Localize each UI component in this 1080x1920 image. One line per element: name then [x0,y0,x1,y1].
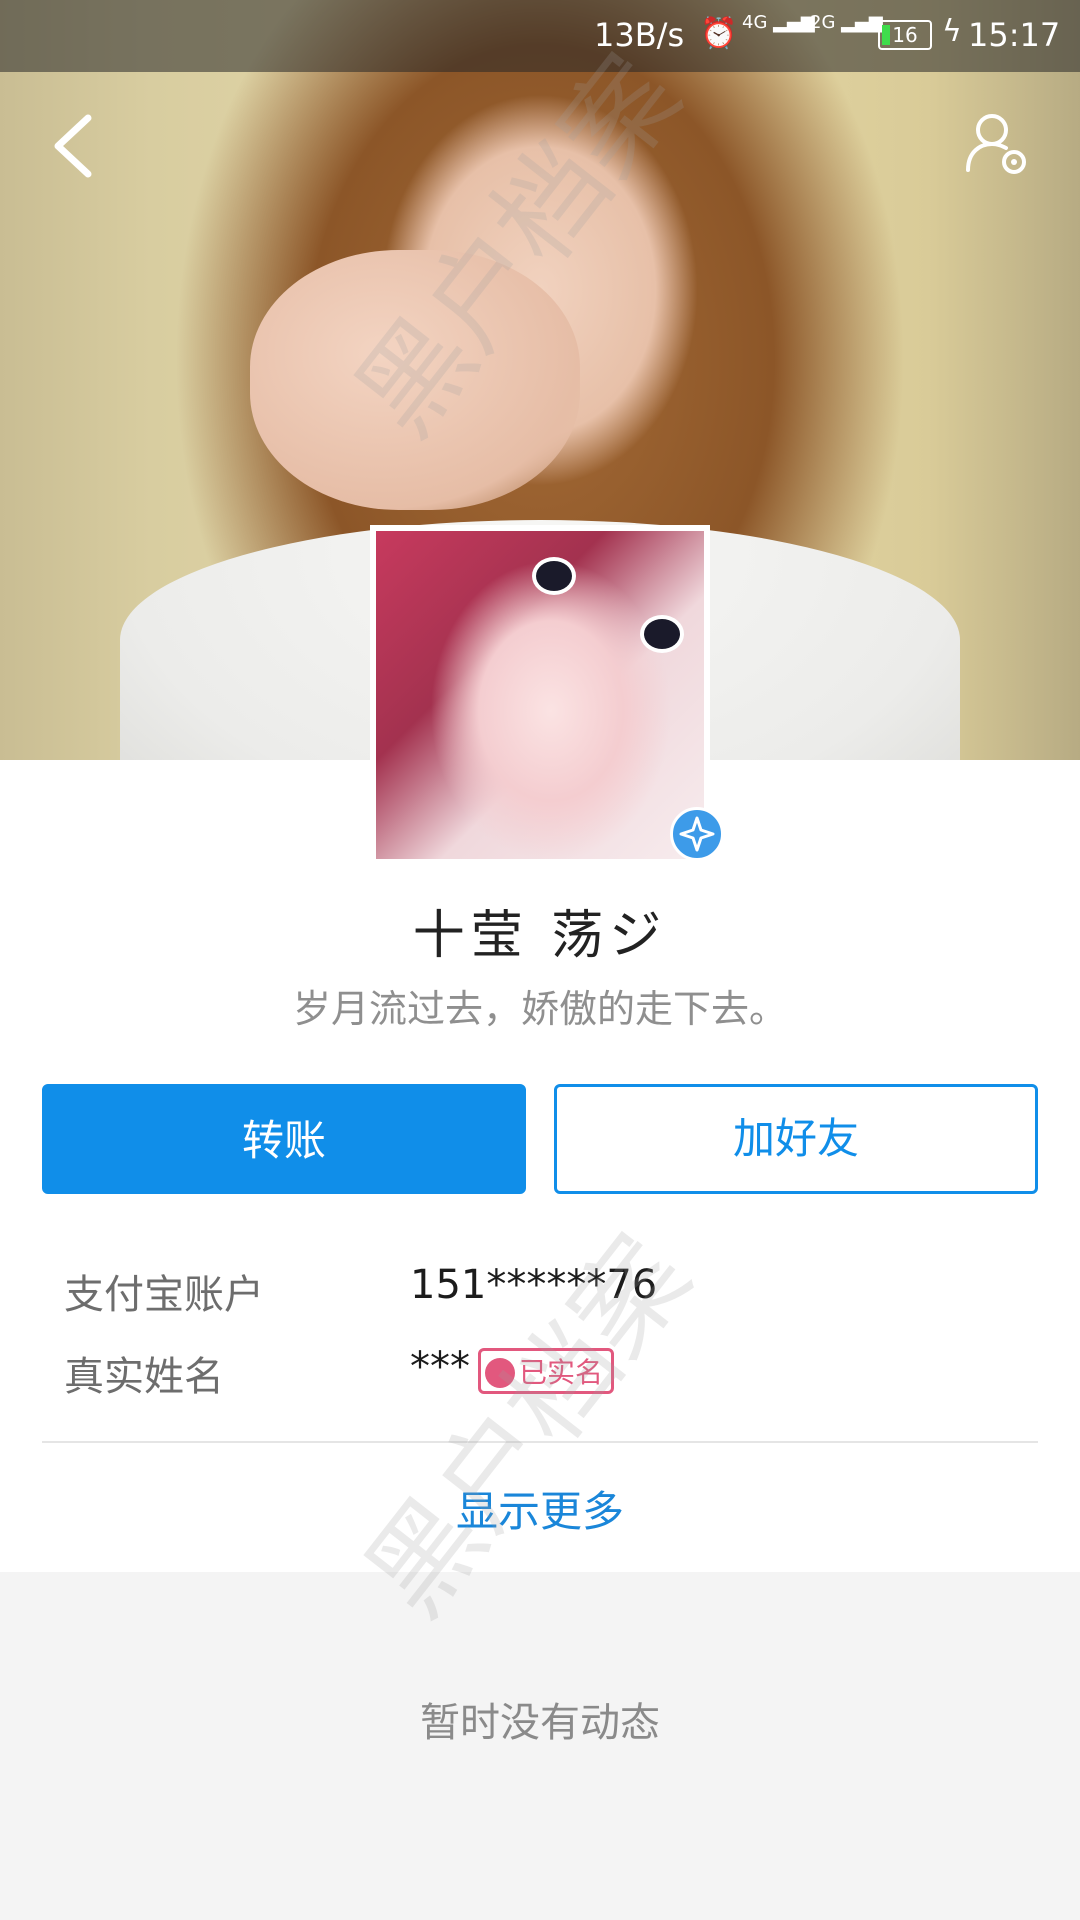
divider [42,1441,1038,1443]
cover-hand-shape [250,250,580,510]
alarm-icon: ⏰ [700,16,738,51]
status-bar: 13B/s ⏰ 4G ▂▄▆ 2G ▂▄▆ 16 ϟ 15:17 [0,0,1080,72]
realname-label: 真实姓名 [64,1354,224,1400]
realname-value: *** [410,1344,470,1390]
feed-area: 暂时没有动态 [0,1572,1080,1920]
account-label: 支付宝账户 [64,1272,264,1318]
signature: 岁月流过去，娇傲的走下去。 [292,987,787,1031]
verified-label: 已实名 [519,1356,604,1389]
clock: 15:17 [968,16,1061,54]
profile-settings-button[interactable] [962,110,1032,180]
account-row: 支付宝账户 151******76 [64,1262,1024,1322]
user-settings-icon [966,114,1026,174]
avatar-photo [376,531,704,859]
avatar[interactable] [370,525,710,865]
show-more-link[interactable]: 显示更多 [0,1478,1080,1539]
signal-icon: 2G ▂▄▆ [810,12,883,33]
charging-icon: ϟ [942,14,962,49]
add-friend-button[interactable]: 加好友 [554,1084,1038,1194]
back-button[interactable] [44,110,104,180]
realname-row: 真实姓名 *** 已实名 [64,1344,1024,1404]
avatar-eye [644,619,680,649]
star-badge-icon [670,807,724,861]
net-speed: 13B/s [594,16,685,54]
signal-icon: 4G ▂▄▆ [742,12,815,33]
person-icon [485,1358,515,1388]
nickname: 十莹 荡ジ [412,906,668,966]
transfer-button[interactable]: 转账 [42,1084,526,1194]
avatar-eye [536,561,572,591]
battery-icon: 16 [878,20,932,50]
chevron-left-icon [54,114,92,178]
empty-feed-text: 暂时没有动态 [420,1700,660,1746]
verified-badge: 已实名 [478,1348,615,1394]
account-value: 151******76 [410,1262,658,1308]
